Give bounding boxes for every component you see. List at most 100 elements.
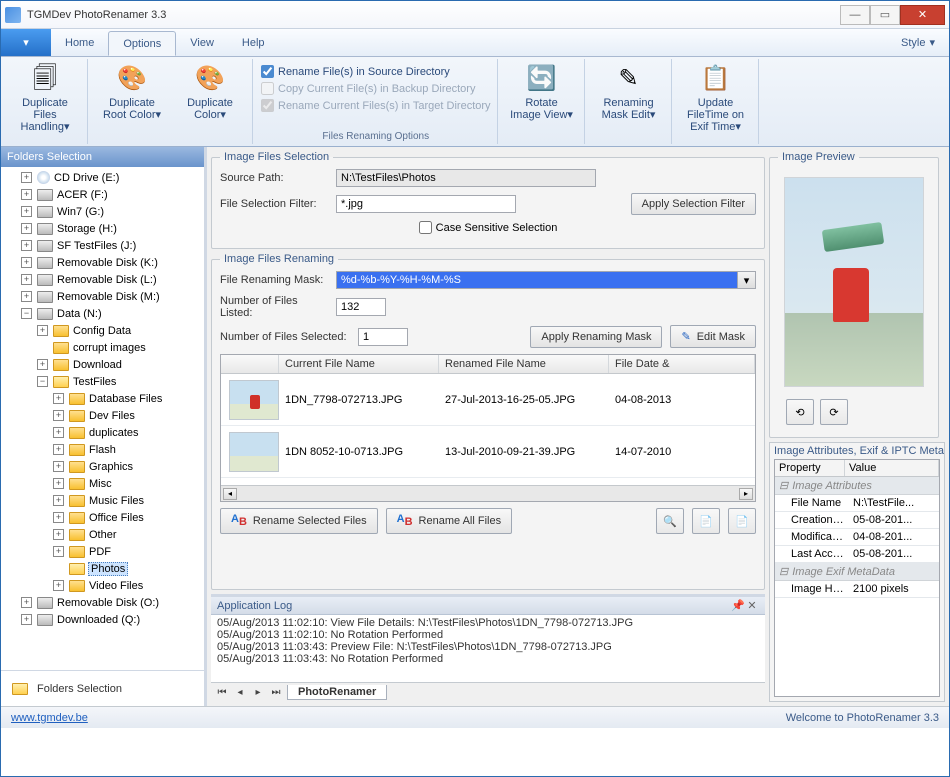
close-button[interactable]: ✕	[900, 5, 945, 25]
tree-node[interactable]: Photos	[5, 560, 204, 577]
tree-node[interactable]: +Storage (H:)	[5, 220, 204, 237]
expand-icon[interactable]: +	[37, 359, 48, 370]
expand-icon[interactable]: −	[21, 308, 32, 319]
renaming-mask-combo[interactable]: ▾	[336, 271, 756, 289]
attr-category[interactable]: ⊟Image Exif MetaData	[775, 563, 939, 581]
attr-row[interactable]: File NameN:\TestFile...	[775, 495, 939, 512]
expand-icon[interactable]: +	[53, 580, 64, 591]
expand-icon[interactable]: +	[53, 410, 64, 421]
file-list[interactable]: Current File Name Renamed File Name File…	[220, 354, 756, 502]
expand-icon[interactable]: +	[21, 172, 32, 183]
tree-node[interactable]: +Removable Disk (L:)	[5, 271, 204, 288]
apply-selection-filter-button[interactable]: Apply Selection Filter	[631, 193, 756, 215]
tree-node[interactable]: +Other	[5, 526, 204, 543]
tab-options[interactable]: Options	[108, 31, 176, 56]
tree-node[interactable]: +Flash	[5, 441, 204, 458]
edit-mask-button[interactable]: ✎Edit Mask	[670, 325, 756, 348]
attr-row[interactable]: Last Acces...05-08-201...	[775, 546, 939, 563]
renaming-mask-input[interactable]	[336, 271, 738, 289]
tree-node[interactable]: +Removable Disk (O:)	[5, 594, 204, 611]
expand-icon[interactable]: +	[21, 223, 32, 234]
horizontal-scrollbar[interactable]: ◂ ▸	[221, 485, 755, 501]
pin-icon[interactable]: 📌	[731, 599, 745, 613]
rotate-image-view-button[interactable]: 🔄 Rotate Image View▾	[506, 61, 578, 123]
expand-icon[interactable]: +	[21, 274, 32, 285]
expand-icon[interactable]: +	[21, 597, 32, 608]
duplicate-root-color-button[interactable]: 🎨 Duplicate Root Color▾	[96, 61, 168, 123]
update-filetime-button[interactable]: 📋 Update FileTime on Exif Time▾	[680, 61, 752, 135]
expand-icon[interactable]: +	[21, 291, 32, 302]
tree-node[interactable]: +ACER (F:)	[5, 186, 204, 203]
duplicate-files-handling-button[interactable]: 🗐 Duplicate Files Handling▾	[9, 61, 81, 135]
source-path-field[interactable]	[336, 169, 596, 187]
copy-backup-checkbox[interactable]: Copy Current File(s) in Backup Directory	[261, 82, 491, 95]
expand-icon[interactable]: +	[21, 614, 32, 625]
expand-icon[interactable]: +	[53, 444, 64, 455]
tree-node[interactable]: +Misc	[5, 475, 204, 492]
expand-icon[interactable]: +	[53, 461, 64, 472]
style-menu[interactable]: Style ▾	[887, 29, 949, 56]
rotate-right-button[interactable]: ⟳	[820, 399, 848, 425]
tree-node[interactable]: +SF TestFiles (J:)	[5, 237, 204, 254]
expand-icon[interactable]: +	[53, 546, 64, 557]
expand-icon[interactable]: +	[21, 189, 32, 200]
expand-icon[interactable]: +	[53, 495, 64, 506]
collapse-icon[interactable]: ⊟	[779, 479, 788, 492]
tree-node[interactable]: +Music Files	[5, 492, 204, 509]
tree-node[interactable]: +CD Drive (E:)	[5, 169, 204, 186]
tab-view[interactable]: View	[176, 29, 228, 56]
log-tab-photorenamer[interactable]: PhotoRenamer	[287, 685, 387, 700]
attr-row[interactable]: Modificatio...04-08-201...	[775, 529, 939, 546]
close-log-icon[interactable]: ✕	[745, 599, 759, 613]
chevron-down-icon[interactable]: ▾	[738, 271, 756, 289]
expand-icon[interactable]: +	[53, 478, 64, 489]
case-sensitive-checkbox[interactable]: Case Sensitive Selection	[419, 221, 558, 234]
website-link[interactable]: www.tgmdev.be	[11, 712, 88, 724]
log-next-icon[interactable]: ▸	[251, 686, 265, 700]
prev-file-button[interactable]: 📄	[692, 508, 720, 534]
apply-renaming-mask-button[interactable]: Apply Renaming Mask	[530, 326, 662, 348]
expand-icon[interactable]: +	[37, 325, 48, 336]
folder-tree[interactable]: +CD Drive (E:)+ACER (F:)+Win7 (G:)+Stora…	[1, 167, 204, 670]
tree-node[interactable]: +Win7 (G:)	[5, 203, 204, 220]
attributes-grid[interactable]: PropertyValue ⊟Image Attributes File Nam…	[774, 459, 940, 697]
tree-node[interactable]: +Removable Disk (M:)	[5, 288, 204, 305]
tab-home[interactable]: Home	[51, 29, 108, 56]
file-row[interactable]: 1DN_7798-072713.JPG27-Jul-2013-16-25-05.…	[221, 374, 755, 426]
attr-row[interactable]: Image Height2100 pixels	[775, 581, 939, 598]
attr-row[interactable]: Creation Ti...05-08-201...	[775, 512, 939, 529]
log-last-icon[interactable]: ⏭	[269, 686, 283, 700]
rename-all-files-button[interactable]: ABRename All Files	[386, 508, 512, 533]
expand-icon[interactable]: +	[21, 257, 32, 268]
tree-node[interactable]: +Download	[5, 356, 204, 373]
tree-node[interactable]: +Office Files	[5, 509, 204, 526]
scroll-right-icon[interactable]: ▸	[739, 488, 753, 500]
expand-icon[interactable]: −	[37, 376, 48, 387]
log-first-icon[interactable]: ⏮	[215, 686, 229, 700]
maximize-button[interactable]: ▭	[870, 5, 900, 25]
tree-node[interactable]: +PDF	[5, 543, 204, 560]
expand-icon[interactable]: +	[53, 393, 64, 404]
tree-node[interactable]: +Dev Files	[5, 407, 204, 424]
expand-icon[interactable]: +	[53, 529, 64, 540]
expand-icon[interactable]: +	[53, 512, 64, 523]
sidebar-footer[interactable]: Folders Selection	[1, 670, 204, 706]
attr-category[interactable]: ⊟Image Attributes	[775, 477, 939, 495]
tree-node[interactable]: +Graphics	[5, 458, 204, 475]
tree-node[interactable]: −TestFiles	[5, 373, 204, 390]
renaming-mask-edit-button[interactable]: ✎ Renaming Mask Edit▾	[593, 61, 665, 123]
tree-node[interactable]: +duplicates	[5, 424, 204, 441]
scroll-left-icon[interactable]: ◂	[223, 488, 237, 500]
rotate-left-button[interactable]: ⟲	[786, 399, 814, 425]
next-file-button[interactable]: 📄	[728, 508, 756, 534]
tree-node[interactable]: +Config Data	[5, 322, 204, 339]
expand-icon[interactable]: +	[53, 427, 64, 438]
tab-help[interactable]: Help	[228, 29, 279, 56]
tree-node[interactable]: −Data (N:)	[5, 305, 204, 322]
minimize-button[interactable]: —	[840, 5, 870, 25]
tree-node[interactable]: +Removable Disk (K:)	[5, 254, 204, 271]
expand-icon[interactable]: +	[21, 240, 32, 251]
filter-input[interactable]	[336, 195, 516, 213]
tree-node[interactable]: +Database Files	[5, 390, 204, 407]
rename-target-checkbox[interactable]: Rename Current Files(s) in Target Direct…	[261, 99, 491, 112]
